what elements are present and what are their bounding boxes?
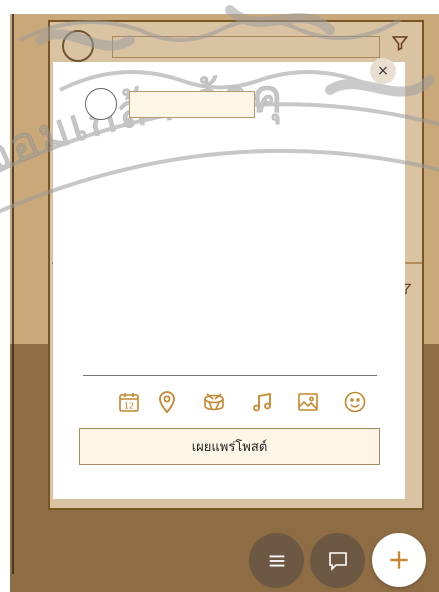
add-post-button[interactable] (372, 533, 426, 587)
chat-icon (328, 551, 347, 571)
calendar-icon: 12 (119, 393, 139, 412)
drum-icon (204, 393, 224, 411)
image-icon (298, 393, 318, 411)
background-avatar (62, 30, 94, 62)
drum-button[interactable] (198, 386, 230, 418)
calendar-button[interactable]: 12 (113, 386, 145, 418)
background-post-input (112, 36, 380, 58)
emoji-button[interactable] (339, 386, 371, 418)
music-button[interactable] (246, 386, 278, 418)
divider (83, 375, 377, 376)
music-note-icon (253, 392, 271, 412)
post-attachment-toolbar: 12 (110, 386, 370, 418)
location-pin-icon (159, 391, 175, 414)
close-button[interactable]: × (370, 58, 396, 84)
chat-button[interactable] (310, 533, 365, 588)
filter-icon (391, 34, 409, 56)
plus-icon (390, 551, 408, 569)
left-frame-border (12, 14, 14, 574)
avatar (85, 88, 117, 120)
menu-icon (269, 555, 284, 566)
svg-text:12: 12 (124, 402, 134, 411)
smiley-icon (344, 391, 366, 413)
location-button[interactable] (151, 386, 183, 418)
menu-button[interactable] (249, 533, 304, 588)
image-button[interactable] (292, 386, 324, 418)
author-name-field[interactable] (129, 91, 255, 118)
publish-post-button[interactable]: เผยแพร่โพสต์ (79, 428, 380, 465)
close-icon: × (377, 63, 389, 79)
